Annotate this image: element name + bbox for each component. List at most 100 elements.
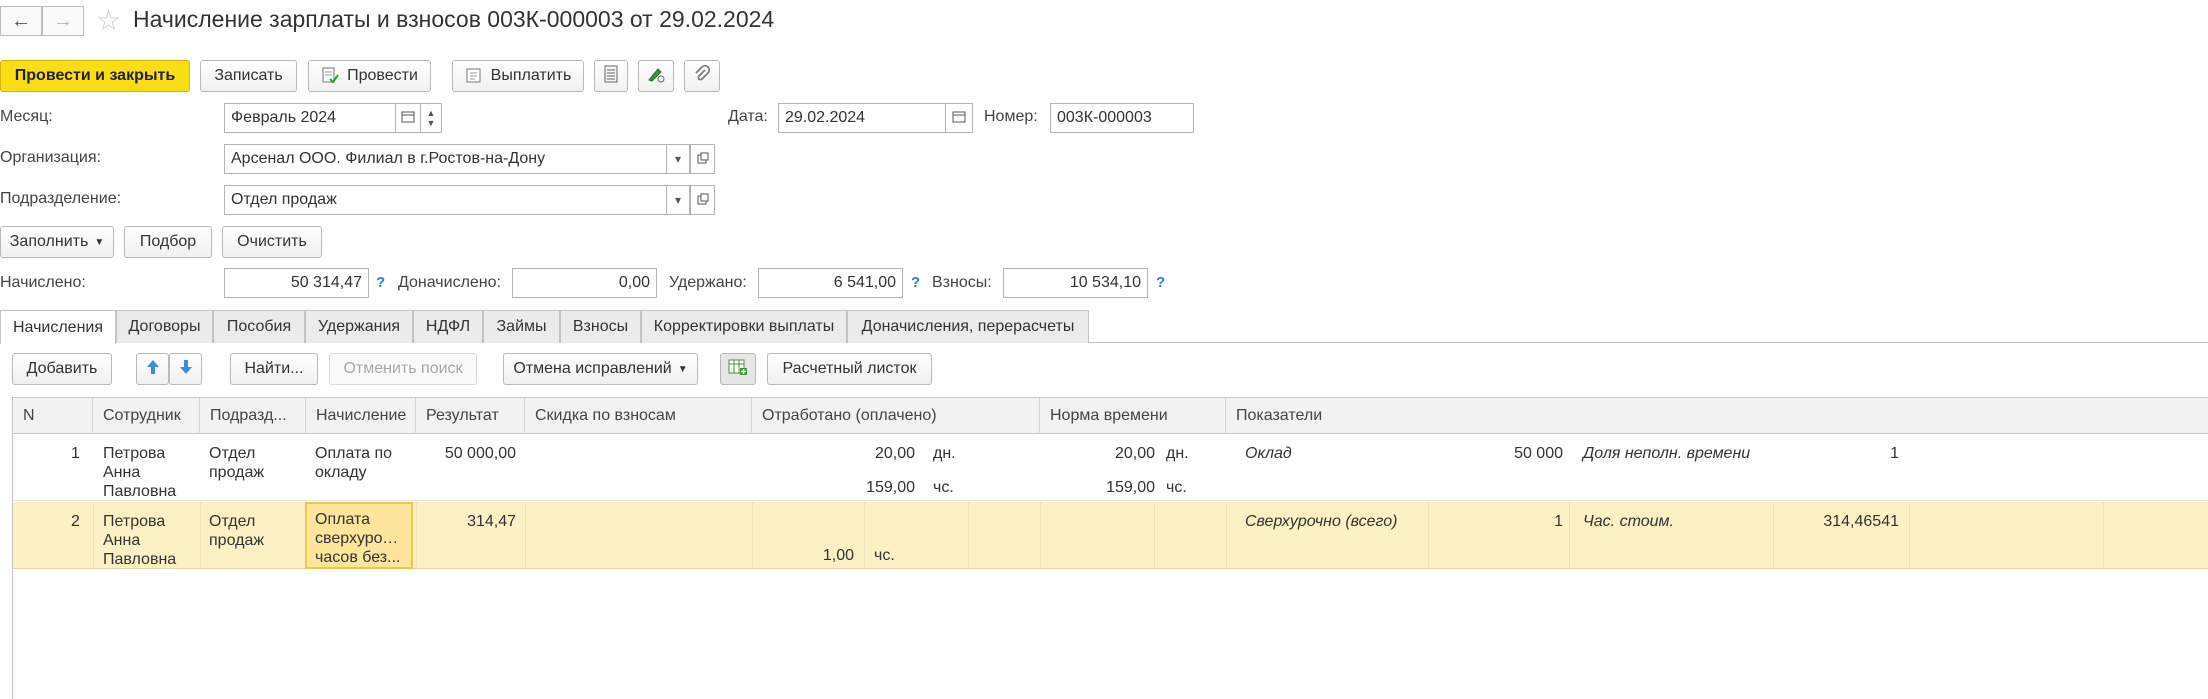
worked-hours-unit: чс. [933,479,954,496]
tab-benefits[interactable]: Пособия [213,310,305,343]
date-label: Дата: [728,108,768,125]
month-calendar-button[interactable] [395,103,421,133]
column-header-indicators[interactable]: Показатели [1226,398,2208,434]
pay-button[interactable]: Выплатить [452,60,584,92]
save-button[interactable]: Записать [200,60,297,92]
withheld-help-icon[interactable]: ? [911,274,920,291]
spin-up-icon: ▲ [426,108,436,118]
page-title: Начисление зарплаты и взносов 003К-00000… [133,6,775,32]
cell-divider [1909,502,1910,569]
extra-accrued-value: 0,00 [512,268,657,298]
tab-contributions[interactable]: Взносы [560,310,641,343]
move-up-button[interactable] [136,353,169,385]
post-button[interactable]: Провести [308,60,431,92]
cell-divider [1040,502,1041,569]
column-header-contrib-discount[interactable]: Скидка по взносам [525,398,752,434]
selected-accrual-cell[interactable]: Оплата сверхуроч... часов без... [305,502,413,569]
post-and-close-button[interactable]: Провести и закрыть [0,60,190,92]
cell-divider [93,502,94,569]
accrued-help-icon[interactable]: ? [376,274,385,291]
tab-recalculations[interactable]: Доначисления, перерасчеты [847,310,1089,343]
cell-divider [1226,502,1227,569]
spin-down-icon: ▼ [426,118,436,128]
accrual-line: окладу [315,464,367,481]
column-header-department[interactable]: Подразд... [200,398,306,434]
extra-accrued-label: Доначислено: [398,274,501,291]
tab-ndfl[interactable]: НДФЛ [413,310,483,343]
month-input[interactable]: Февраль 2024 [224,103,396,133]
accrual-line: часов без... [315,549,401,566]
norm-hours-value: 159,00 [1106,479,1155,496]
add-row-button[interactable]: Добавить [12,353,112,385]
find-button[interactable]: Найти... [230,353,318,385]
cancel-search-button[interactable]: Отменить поиск [329,353,477,385]
report-button[interactable] [594,60,628,92]
tab-contracts[interactable]: Договоры [116,310,213,343]
row-number: 2 [71,513,80,530]
attach-button[interactable] [684,60,720,92]
organization-open-button[interactable] [690,144,715,174]
result-value: 50 000,00 [444,445,516,462]
organization-dropdown-button[interactable]: ▾ [666,144,690,174]
accruals-table: N Сотрудник Подразд... Начисление Резуль… [12,397,2208,699]
department-dropdown-button[interactable]: ▾ [666,185,690,215]
column-header-n[interactable]: N [13,398,93,434]
post-button-label: Провести [347,67,418,84]
column-header-result[interactable]: Результат [416,398,525,434]
number-input[interactable]: 003К-000003 [1050,103,1194,133]
employee-line: Петрова [103,445,166,462]
table-settings-button[interactable] [720,353,756,385]
column-header-time-norm[interactable]: Норма времени [1040,398,1226,434]
department-label: Подразделение: [0,190,122,207]
indicator-name: Доля неполн. времени [1583,445,1751,462]
tab-payment-corrections[interactable]: Корректировки выплаты [641,310,847,343]
sign-button[interactable] [638,60,674,92]
fill-button[interactable]: Заполнить ▼ [0,226,114,258]
chevron-down-icon: ▾ [674,152,682,166]
open-link-icon [697,152,709,167]
tab-loans[interactable]: Займы [483,310,560,343]
column-header-employee[interactable]: Сотрудник [93,398,200,434]
pick-button[interactable]: Подбор [124,226,212,258]
department-open-button[interactable] [690,185,715,215]
worked-hours-unit: чс. [874,547,895,564]
arrow-right-icon: → [53,9,73,32]
department-line: Отдел [209,513,256,530]
worked-hours-value: 1,00 [822,547,854,564]
pen-sign-icon [646,65,666,88]
table-row[interactable]: 1 Петрова Анна Павловна Отдел продаж Опл… [13,434,2208,501]
norm-hours-unit: чс. [1166,479,1187,496]
favorite-star-icon[interactable]: ☆ [96,4,121,37]
back-button[interactable]: ← [0,6,42,36]
employee-line: Павловна [103,483,177,500]
dropdown-arrow-icon: ▼ [677,363,688,375]
table-row[interactable]: 2 Петрова Анна Павловна Отдел продаж Опл… [13,502,2208,569]
payslip-button[interactable]: Расчетный листок [767,353,932,385]
post-document-icon [321,67,339,85]
cell-divider [968,502,969,569]
date-input[interactable]: 29.02.2024 [778,103,946,133]
accrued-value: 50 314,47 [224,268,369,298]
move-down-button[interactable] [169,353,202,385]
contributions-label: Взносы: [932,274,992,291]
column-header-accrual[interactable]: Начисление [306,398,416,434]
tab-deductions[interactable]: Удержания [305,310,413,343]
indicator-name: Оклад [1245,445,1292,462]
contributions-help-icon[interactable]: ? [1156,274,1165,291]
dropdown-arrow-icon: ▼ [94,236,105,248]
accrued-label: Начислено: [0,274,86,291]
cancel-fixes-button[interactable]: Отмена исправлений ▼ [503,353,698,385]
cell-divider [864,502,865,569]
department-input[interactable]: Отдел продаж [224,185,667,215]
clear-button[interactable]: Очистить [222,226,322,258]
employee-line: Павловна [103,551,177,568]
column-header-worked[interactable]: Отработано (оплачено) [752,398,1040,434]
norm-days-unit: дн. [1166,445,1189,462]
month-spin-button[interactable]: ▲ ▼ [420,103,442,133]
forward-button[interactable]: → [42,6,84,36]
open-link-icon [697,193,709,208]
tab-accruals[interactable]: Начисления [0,310,116,344]
organization-input[interactable]: Арсенал ООО. Филиал в г.Ростов-на-Дону [224,144,667,174]
indicator-value: 1 [1554,513,1563,530]
date-calendar-button[interactable] [945,103,973,133]
